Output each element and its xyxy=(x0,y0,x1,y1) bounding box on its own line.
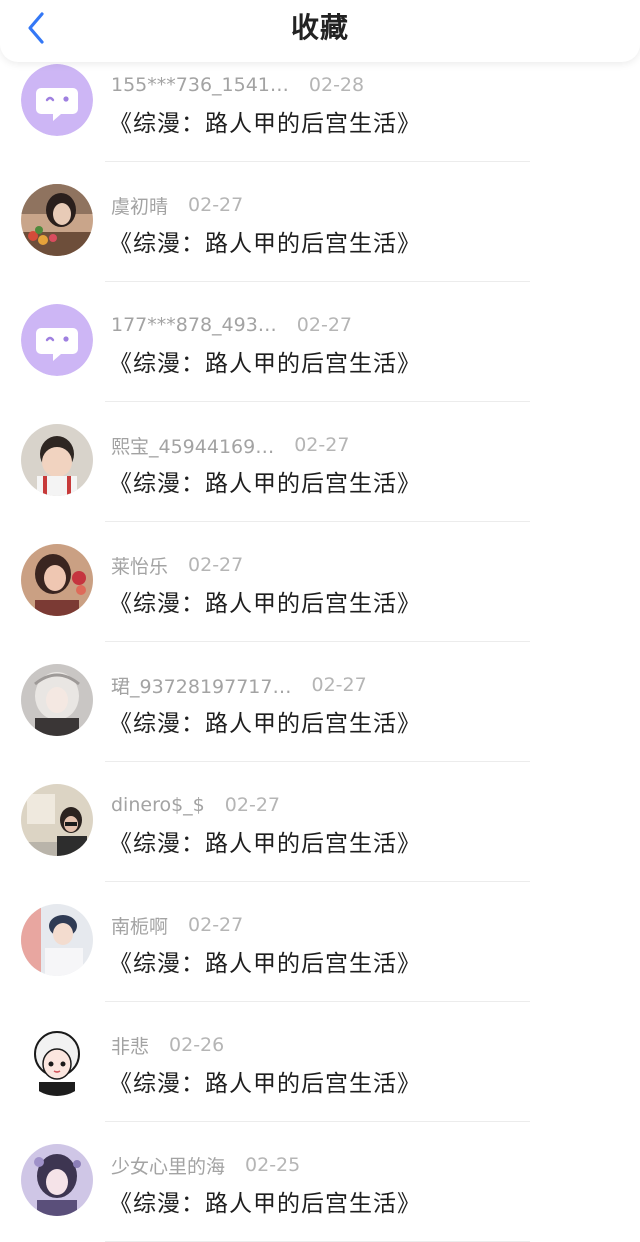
favorite-date: 02-25 xyxy=(245,1154,301,1176)
page-title: 收藏 xyxy=(290,11,349,44)
top-nav-bar: 收藏 xyxy=(0,0,640,62)
list-item[interactable]: 177***878_493… 02-27 《综漫：路人甲的后宫生活》 xyxy=(0,282,640,402)
favorite-date: 02-27 xyxy=(311,674,367,696)
list-item[interactable]: dinero$_$ 02-27 《综漫：路人甲的后宫生活》 xyxy=(0,762,640,882)
book-title[interactable]: 《综漫：路人甲的后宫生活》 xyxy=(109,704,421,738)
user-photo-avatar[interactable] xyxy=(21,904,93,976)
favorite-date: 02-27 xyxy=(224,794,280,816)
favorite-date: 02-27 xyxy=(296,314,353,336)
book-title[interactable]: 《综漫：路人甲的后宫生活》 xyxy=(109,224,421,258)
user-photo-avatar[interactable] xyxy=(21,184,93,256)
user-photo-avatar[interactable] xyxy=(21,424,93,496)
list-item[interactable]: 少女心里的海 02-25 《综漫：路人甲的后宫生活》 xyxy=(0,1122,640,1242)
username[interactable]: 非悲 xyxy=(111,1032,149,1059)
favorite-date: 02-26 xyxy=(169,1034,225,1056)
list-item[interactable]: 珺_93728197717… 02-27 《综漫：路人甲的后宫生活》 xyxy=(0,642,640,762)
book-title[interactable]: 《综漫：路人甲的后宫生活》 xyxy=(109,104,421,138)
username[interactable]: 155***736_1541… xyxy=(111,74,289,96)
favorite-date: 02-27 xyxy=(188,914,244,936)
username[interactable]: 少女心里的海 xyxy=(111,1152,225,1179)
username[interactable]: dinero$_$ xyxy=(111,794,205,816)
book-title[interactable]: 《综漫：路人甲的后宫生活》 xyxy=(109,944,421,978)
list-item[interactable]: 莱怡乐 02-27 《综漫：路人甲的后宫生活》 xyxy=(0,522,640,642)
favorite-date: 02-27 xyxy=(188,194,244,216)
book-title[interactable]: 《综漫：路人甲的后宫生活》 xyxy=(109,1064,421,1098)
user-photo-avatar[interactable] xyxy=(21,784,93,856)
username[interactable]: 177***878_493… xyxy=(111,314,277,336)
username[interactable]: 莱怡乐 xyxy=(111,552,168,579)
favorites-list: 155***736_1541… 02-28 《综漫：路人甲的后宫生活》 虞初晴 … xyxy=(0,42,640,1242)
username[interactable]: 熙宝_45944169… xyxy=(111,432,274,459)
book-title[interactable]: 《综漫：路人甲的后宫生活》 xyxy=(109,584,421,618)
book-title[interactable]: 《综漫：路人甲的后宫生活》 xyxy=(109,1184,421,1218)
book-title[interactable]: 《综漫：路人甲的后宫生活》 xyxy=(109,824,421,858)
list-item[interactable]: 南栀啊 02-27 《综漫：路人甲的后宫生活》 xyxy=(0,882,640,1002)
list-item[interactable]: 熙宝_45944169… 02-27 《综漫：路人甲的后宫生活》 xyxy=(0,402,640,522)
list-item[interactable]: 非悲 02-26 《综漫：路人甲的后宫生活》 xyxy=(0,1002,640,1122)
book-title[interactable]: 《综漫：路人甲的后宫生活》 xyxy=(109,464,421,498)
user-photo-avatar[interactable] xyxy=(21,544,93,616)
username[interactable]: 南栀啊 xyxy=(111,912,168,939)
user-photo-avatar[interactable] xyxy=(21,1024,93,1096)
default-chat-avatar[interactable] xyxy=(21,64,93,136)
book-title[interactable]: 《综漫：路人甲的后宫生活》 xyxy=(109,344,421,378)
favorite-date: 02-27 xyxy=(294,434,350,456)
username[interactable]: 虞初晴 xyxy=(111,192,168,219)
list-item[interactable]: 虞初晴 02-27 《综漫：路人甲的后宫生活》 xyxy=(0,162,640,282)
favorite-date: 02-28 xyxy=(308,74,365,96)
default-chat-avatar[interactable] xyxy=(21,304,93,376)
username[interactable]: 珺_93728197717… xyxy=(111,672,291,699)
user-photo-avatar[interactable] xyxy=(21,1144,93,1216)
user-photo-avatar[interactable] xyxy=(21,664,93,736)
favorite-date: 02-27 xyxy=(188,554,244,576)
